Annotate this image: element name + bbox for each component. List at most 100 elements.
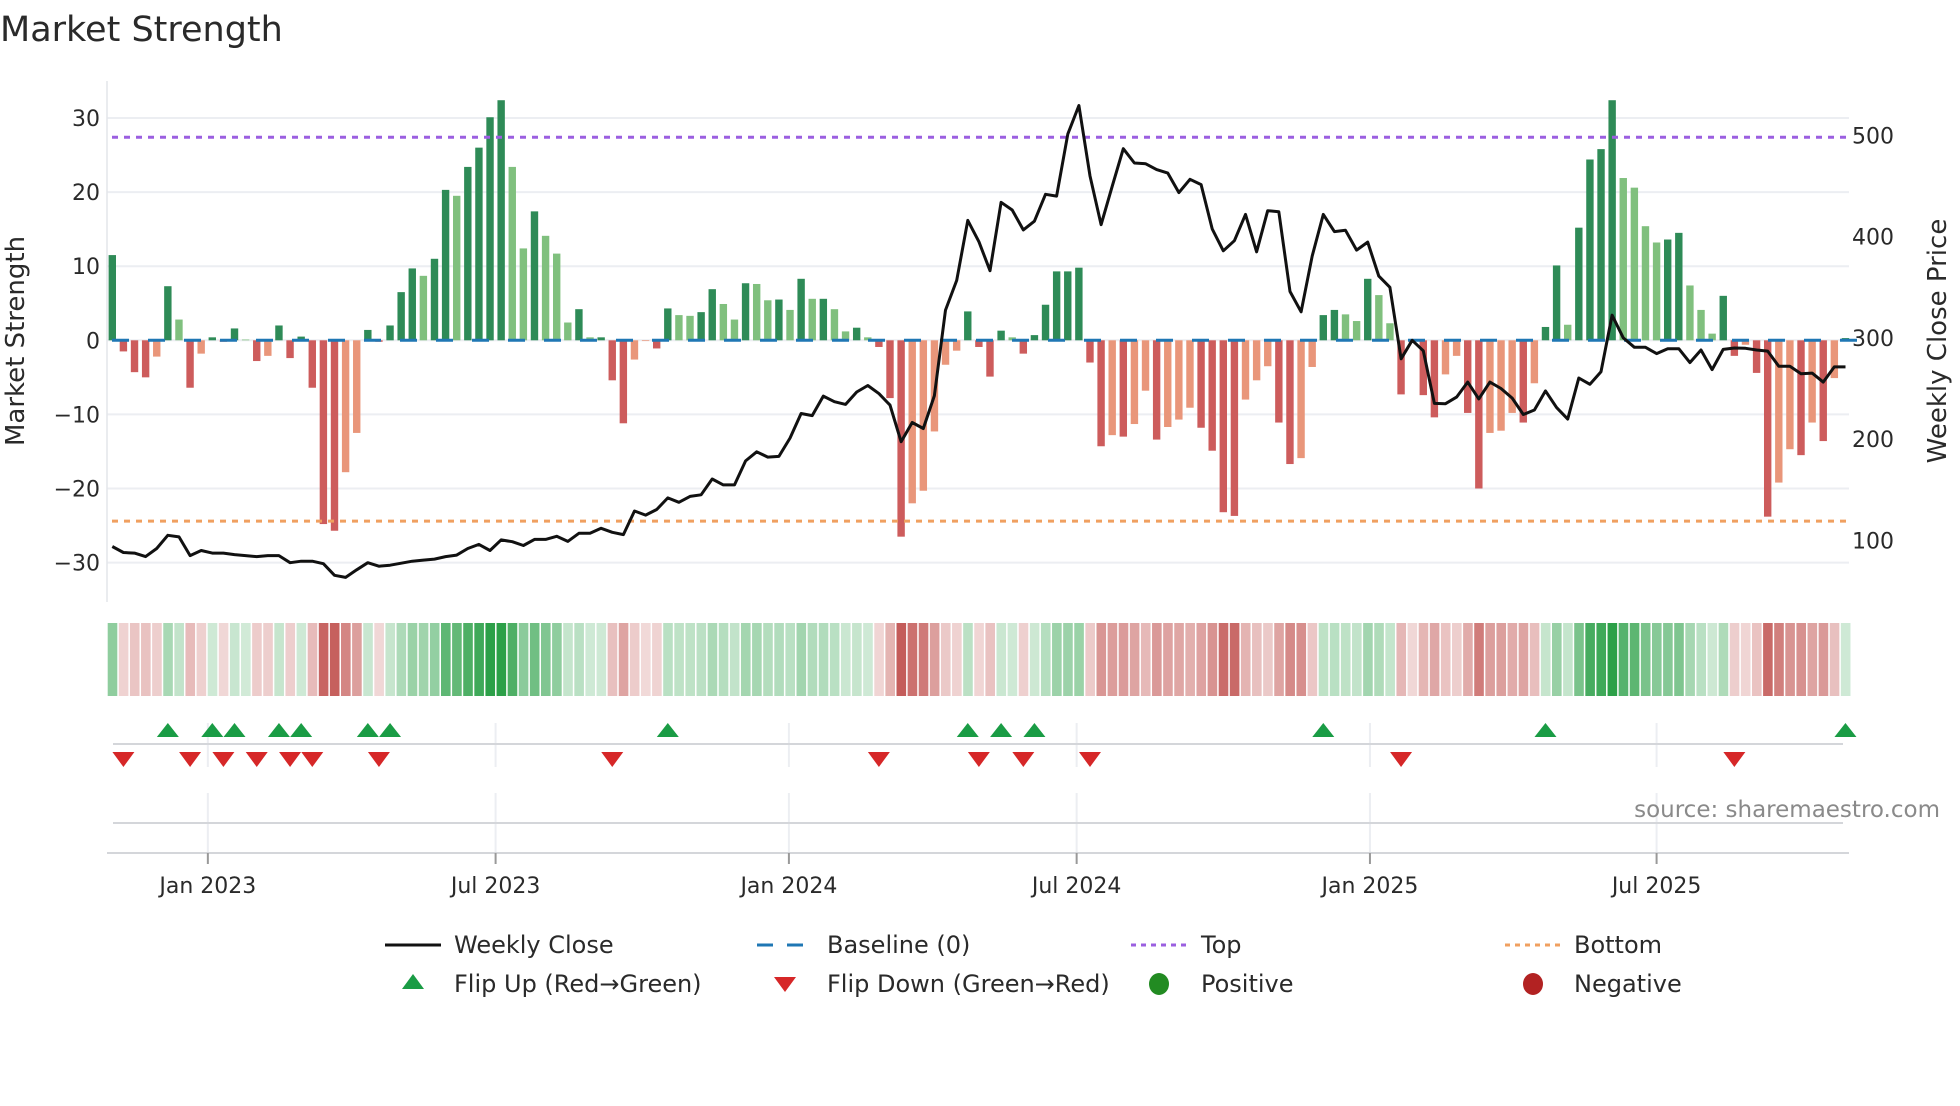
heat-strip-cell (907, 623, 918, 696)
y-tick-label: 20 (72, 181, 100, 206)
heat-strip-cell (1463, 623, 1473, 696)
heat-strip-cell (1418, 623, 1429, 696)
strength-bar (1552, 265, 1561, 341)
x-tick-label: Jul 2025 (1610, 874, 1702, 899)
strength-bar (319, 340, 328, 525)
heat-strip-cell (774, 623, 784, 696)
strength-bar (741, 283, 750, 341)
heat-strip-cell (663, 623, 673, 696)
heat-strip-cell (1807, 623, 1818, 696)
heat-strip-cell (329, 623, 340, 696)
heat-strip-cell (1629, 623, 1640, 696)
strength-bar (430, 258, 439, 341)
strength-bar (264, 340, 272, 356)
heat-strip-cell (241, 623, 251, 696)
flip-up-marker (990, 723, 1013, 737)
heat-strip-cell (1318, 623, 1329, 696)
strength-bar (1297, 340, 1305, 459)
strength-bar (1130, 340, 1139, 425)
heat-strip-cell (1474, 623, 1484, 696)
strength-bar (775, 299, 783, 341)
flip-up-marker (1534, 723, 1557, 737)
flip-down-marker (301, 752, 324, 767)
heat-strip-cell (1085, 623, 1095, 696)
heat-strip-cell (1374, 623, 1384, 696)
heat-strip-cell (807, 623, 818, 696)
strength-bar (175, 319, 183, 341)
heat-strip-cell (1218, 623, 1229, 696)
heat-strip-cell (1385, 623, 1395, 696)
strength-bar (1441, 340, 1450, 375)
heat-strip-cell (929, 623, 940, 696)
strength-bar (1464, 340, 1472, 413)
legend-label: Weekly Close (454, 931, 614, 959)
strength-bar (153, 340, 161, 357)
y-tick-label: 30 (72, 107, 100, 132)
heat-strip-cell (1674, 623, 1684, 696)
heat-strip-cell (307, 623, 318, 696)
strength-bar (675, 315, 683, 341)
strength-bar (486, 117, 494, 341)
strength-bar (197, 340, 205, 354)
chart-title: Market Strength (0, 10, 283, 50)
heat-strip-cell (1340, 623, 1351, 696)
strength-bar (1597, 149, 1605, 341)
strength-bar (1075, 267, 1083, 341)
strength-bar (1819, 340, 1827, 442)
strength-bar (1108, 340, 1116, 436)
strength-bar (986, 340, 994, 377)
strength-bar (141, 340, 150, 378)
heat-strip-cell (1029, 623, 1040, 696)
strength-bar (797, 278, 805, 341)
heat-strip-cell (1018, 623, 1029, 696)
heat-strip-cell (1174, 623, 1184, 696)
strength-bar (1330, 309, 1339, 341)
heat-strip-cell (1307, 623, 1318, 696)
heat-strip-cell (1263, 623, 1273, 696)
flip-up-marker (201, 723, 224, 737)
strength-bar (830, 309, 839, 341)
heat-strip-cell (1707, 623, 1718, 696)
heat-strip-cell (1152, 623, 1162, 696)
strength-bar (519, 248, 528, 341)
heat-strip-cell (1840, 623, 1851, 696)
strength-bar (697, 312, 705, 341)
strength-bar (1041, 304, 1050, 341)
strength-bar (1230, 340, 1239, 516)
heat-strip-cell (696, 623, 707, 696)
heat-strip-cell (1640, 623, 1651, 696)
legend-label: Flip Up (Red→Green) (454, 970, 702, 998)
heat-strip-cell (252, 623, 262, 696)
strength-bar (275, 325, 283, 341)
strength-bar (186, 340, 194, 388)
strength-bar (664, 308, 672, 341)
flip-up-marker (956, 723, 979, 737)
left-axis-ticks: 30 20 10 0 −10 −20 −30 (54, 107, 100, 577)
strength-bar (808, 298, 816, 341)
heat-strip-cell (452, 623, 462, 696)
flip-up-marker (267, 723, 290, 737)
strength-bar (1241, 340, 1250, 400)
heat-strip-cell (1518, 623, 1529, 696)
strength-bar (1786, 340, 1794, 450)
strength-bar (1275, 340, 1283, 423)
date-gridlines (206, 723, 1658, 853)
y-tick-label: −30 (54, 552, 100, 577)
flip-down-marker (867, 752, 890, 767)
legend-label: Baseline (0) (827, 931, 970, 959)
strength-bar (1430, 340, 1439, 418)
strength-bar (641, 340, 650, 342)
heat-strip-cell (407, 623, 418, 696)
y2-tick-label: 500 (1852, 124, 1894, 149)
heat-strip-cell (518, 623, 529, 696)
heat-strip-cell (1718, 623, 1729, 696)
heat-strip-cell (1596, 623, 1607, 696)
heat-strip-cell (763, 623, 773, 696)
heat-strip-cell (1663, 623, 1673, 696)
flip-down-marker (1723, 752, 1746, 767)
flip-down-marker (112, 752, 135, 767)
strength-bar (1652, 242, 1661, 341)
heat-strip-cell (141, 623, 151, 696)
strength-bar (564, 322, 572, 341)
strength-bar (164, 286, 172, 341)
